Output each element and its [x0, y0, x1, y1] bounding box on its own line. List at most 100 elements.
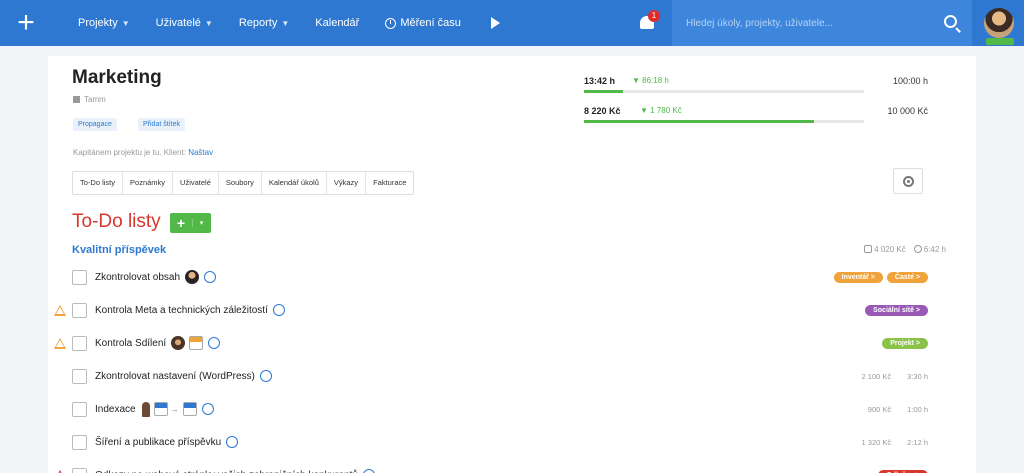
task-checkbox[interactable] — [72, 368, 87, 384]
task-label[interactable]: Šíření a publikace příspěvku — [95, 437, 221, 448]
calendar-icon[interactable] — [189, 336, 204, 350]
chevron-down-icon: ▼ — [281, 18, 290, 28]
assign-user-icon[interactable] — [201, 403, 214, 415]
project-manager-line: Kapitánem projektu je tu. Klient: Naštav — [73, 148, 213, 157]
tag-pill[interactable]: Inventář > — [833, 271, 883, 283]
tag-propagace[interactable]: Propagace — [73, 118, 117, 131]
warning-icon — [54, 337, 66, 349]
task-time: 1:00 h — [907, 404, 928, 414]
tag-pill[interactable]: Sociální sítě > — [865, 304, 928, 316]
assignee-avatar[interactable] — [171, 336, 186, 350]
tag-pill[interactable]: Odložen > — [878, 469, 928, 473]
nav-kalendar[interactable]: Kalendář — [315, 17, 359, 29]
client-link[interactable]: Naštav — [188, 148, 213, 157]
task-cost: 2 100 Kč — [861, 371, 892, 381]
team-line: Tamm — [73, 95, 106, 104]
user-avatar[interactable] — [984, 8, 1014, 38]
task-label[interactable]: Zkontrolovat obsah — [95, 272, 180, 283]
clock-icon — [913, 245, 922, 253]
tab-reports[interactable]: Výkazy — [327, 172, 367, 194]
plus-icon: + — [176, 215, 186, 231]
calendar-icon[interactable] — [153, 402, 168, 416]
tab-todo[interactable]: To-Do listy — [73, 172, 124, 194]
chevron-down-icon[interactable]: ▾ — [192, 219, 210, 227]
nav-uzivatele[interactable]: Uživatelé ▼ — [156, 17, 213, 29]
manager-text: Kapitánem projektu je tu. Klient: — [73, 148, 189, 157]
task-checkbox[interactable] — [72, 434, 87, 450]
todo-heading: To-Do listy — [72, 211, 161, 232]
assign-user-icon[interactable] — [226, 436, 239, 448]
money-progress-bar — [584, 120, 814, 123]
task-label[interactable]: Indexace — [95, 404, 136, 415]
task-checkbox[interactable] — [72, 269, 87, 285]
task-label[interactable]: Zkontrolovat nastavení (WordPress) — [95, 371, 255, 382]
task-meta: Sociální sítě > — [865, 304, 928, 316]
task-time: 2:12 h — [907, 437, 928, 447]
tag-pill[interactable]: Časté > — [886, 271, 928, 283]
calendar-icon[interactable] — [182, 402, 197, 416]
nav-projekty[interactable]: Projekty ▼ — [78, 17, 130, 29]
tag-pill[interactable]: Projekt > — [882, 337, 928, 349]
chevron-down-icon: ▼ — [121, 18, 130, 28]
time-spent: 13:42 h — [584, 76, 616, 86]
arrow-right-icon: → — [170, 404, 179, 414]
project-settings-button[interactable] — [893, 168, 923, 194]
search-input[interactable] — [686, 17, 936, 29]
task-time: 3:30 h — [907, 371, 928, 381]
warning-slot — [48, 304, 72, 316]
money-icon — [864, 245, 873, 253]
play-timer-icon[interactable] — [490, 17, 500, 29]
task-label[interactable]: Kontrola Sdílení — [95, 338, 166, 349]
task-checkbox[interactable] — [72, 401, 87, 417]
nav-label: Kalendář — [315, 17, 360, 29]
nav-label: Uživatelé — [155, 17, 201, 29]
task-label[interactable]: Kontrola Meta a technických záležitostí — [95, 305, 268, 316]
user-status-badge — [986, 38, 1014, 45]
search-icon[interactable] — [944, 15, 957, 28]
warning-slot — [48, 469, 72, 473]
nav-time-tracking[interactable]: Měření času — [385, 17, 461, 29]
assign-user-icon[interactable] — [362, 469, 375, 473]
task-row: Kontrola Sdílení Projekt > — [48, 328, 976, 358]
assign-user-icon[interactable] — [208, 337, 221, 349]
task-meta: Inventář > Časté > — [833, 271, 928, 283]
assignee-avatar[interactable] — [141, 401, 150, 417]
warning-icon — [54, 304, 66, 316]
task-meta: Odložen > — [878, 469, 928, 473]
task-checkbox[interactable] — [72, 302, 87, 318]
search-bar — [672, 0, 972, 46]
tab-files[interactable]: Soubory — [219, 172, 262, 194]
nav-reporty[interactable]: Reporty ▼ — [239, 17, 289, 29]
todo-list-title[interactable]: Kvalitní příspěvek — [72, 244, 166, 256]
money-spent: 8 220 Kč — [584, 106, 621, 116]
assign-user-icon[interactable] — [204, 271, 217, 283]
add-tag-button[interactable]: Přidat štítek — [138, 118, 185, 131]
task-row: Indexace → 900 Kč 1:00 h — [48, 394, 976, 424]
team-label: Tamm — [84, 95, 106, 104]
task-meta: Projekt > — [882, 337, 928, 349]
task-checkbox[interactable] — [72, 335, 87, 351]
quick-add-button[interactable]: + — [0, 0, 52, 46]
tab-notes[interactable]: Poznámky — [123, 172, 174, 194]
assign-user-icon[interactable] — [259, 370, 272, 382]
clock-icon — [385, 17, 397, 29]
assign-user-icon[interactable] — [272, 304, 285, 316]
time-progress-bar — [584, 90, 624, 93]
task-row: Šíření a publikace příspěvku 1 320 Kč 2:12… — [48, 427, 976, 457]
task-checkbox[interactable] — [72, 467, 87, 473]
assignee-avatar[interactable] — [185, 270, 200, 284]
tab-invoicing[interactable]: Fakturace — [366, 172, 413, 194]
task-cost: 1 320 Kč — [861, 437, 892, 447]
nav-label: Měření času — [400, 17, 461, 29]
chevron-down-icon: ▼ — [204, 18, 213, 28]
task-label[interactable]: Odkazy na webové stránky vašich zahranič… — [95, 470, 358, 473]
task-meta: 2 100 Kč 3:30 h — [862, 372, 928, 381]
add-todo-list-button[interactable]: + ▾ — [170, 213, 211, 233]
task-cost: 900 Kč — [867, 404, 892, 414]
nav-label: Projekty — [78, 17, 118, 29]
tab-task-calendar[interactable]: Kalendář úkolů — [262, 172, 327, 194]
warning-slot — [48, 337, 72, 349]
list-money-value: 4 020 Kč — [874, 245, 906, 254]
notifications-button[interactable]: 1 — [638, 10, 660, 33]
tab-users[interactable]: Uživatelé — [173, 172, 219, 194]
